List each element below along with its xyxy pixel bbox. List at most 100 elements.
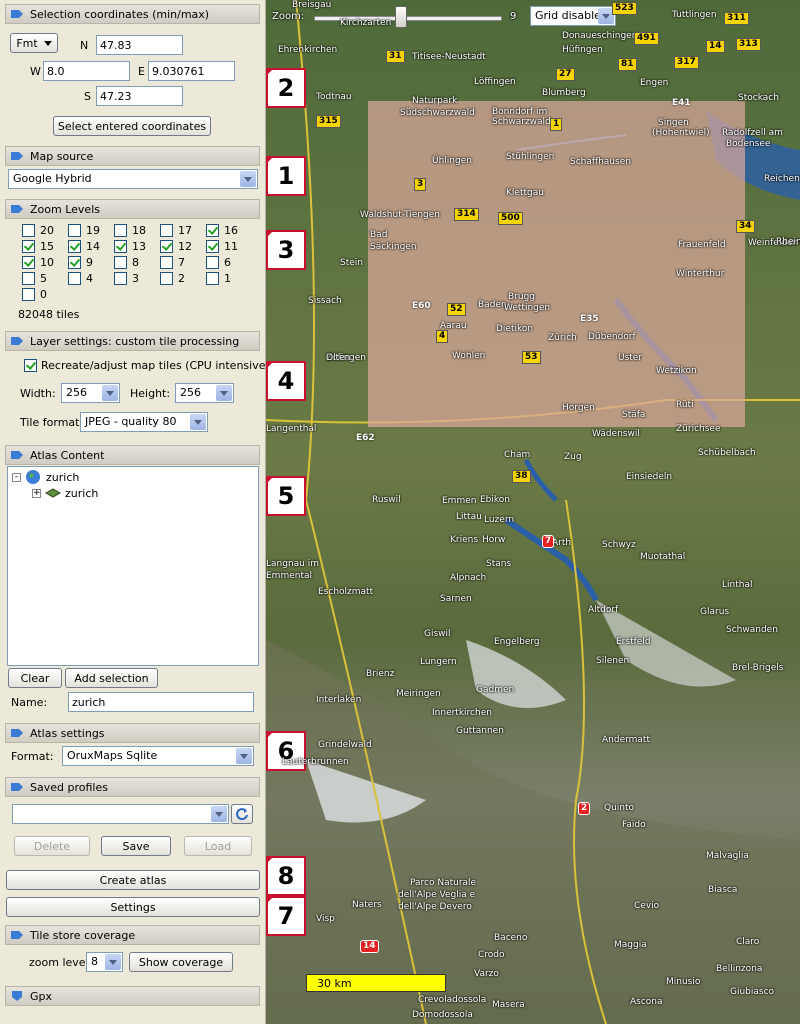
zoom-level-checkbox-1[interactable] [206, 272, 219, 285]
recreate-tiles-checkbox[interactable] [24, 359, 37, 372]
road-shield: E62 [356, 433, 375, 443]
grid-select[interactable]: Grid disabled [530, 6, 616, 26]
dropdown-arrow-icon [43, 40, 52, 46]
tile-height-select[interactable]: 256 [175, 383, 234, 403]
road-shield: 34 [736, 220, 755, 233]
saved-profiles-header[interactable]: Saved profiles [5, 777, 260, 797]
place-label: Maggia [614, 940, 647, 950]
south-label: S [84, 90, 91, 103]
zoom-level-checkbox-19[interactable] [68, 224, 81, 237]
place-label: Ruswil [372, 495, 401, 505]
add-selection-button[interactable]: Add selection [65, 668, 158, 688]
zoom-level-label: 17 [178, 224, 192, 237]
select-coordinates-button[interactable]: Select entered coordinates [53, 116, 211, 136]
load-profile-button[interactable]: Load [184, 836, 252, 856]
place-label: Claro [736, 937, 760, 947]
delete-profile-button[interactable]: Delete [14, 836, 90, 856]
zoom-level-checkbox-0[interactable] [22, 288, 35, 301]
atlas-content-header[interactable]: Atlas Content [5, 445, 260, 465]
map-view[interactable]: Zoom: 9 Grid disabled 2 1 3 4 5 6 8 7 Br… [266, 0, 800, 1024]
atlas-name-input[interactable] [68, 692, 254, 712]
atlas-root-label[interactable]: zurich [46, 471, 79, 484]
profile-select[interactable] [12, 804, 229, 824]
road-shield: 315 [316, 115, 341, 128]
map-source-header[interactable]: Map source [5, 146, 260, 166]
place-label: Stäfa [622, 410, 646, 420]
zoom-level-checkbox-17[interactable] [160, 224, 173, 237]
zoom-level-checkbox-15[interactable] [22, 240, 35, 253]
place-label: Blumberg [542, 88, 586, 98]
place-label: Wettingen [504, 303, 551, 313]
zoom-level-checkbox-4[interactable] [68, 272, 81, 285]
zoom-level-checkbox-18[interactable] [114, 224, 127, 237]
zoom-level-checkbox-14[interactable] [68, 240, 81, 253]
dropdown-arrow-icon [240, 171, 256, 187]
zoom-level-checkbox-13[interactable] [114, 240, 127, 253]
save-profile-button[interactable]: Save [101, 836, 171, 856]
selection-rectangle[interactable] [368, 101, 745, 427]
refresh-icon [236, 808, 248, 821]
zoom-level-checkbox-7[interactable] [160, 256, 173, 269]
zoom-level-label: 12 [178, 240, 192, 253]
place-label: Grindelwald [318, 740, 372, 750]
coverage-header[interactable]: Tile store coverage [5, 925, 260, 945]
marker-5: 5 [266, 476, 306, 516]
collapse-icon[interactable]: - [12, 473, 21, 482]
place-label: Littau [456, 512, 482, 522]
place-label: (Hohentwiel) [652, 128, 710, 138]
zoom-level-checkbox-2[interactable] [160, 272, 173, 285]
settings-button[interactable]: Settings [6, 897, 260, 917]
zoom-level-checkbox-8[interactable] [114, 256, 127, 269]
zoom-level-checkbox-10[interactable] [22, 256, 35, 269]
place-label: Crevoladossola [418, 995, 487, 1005]
dropdown-arrow-icon [190, 414, 206, 430]
zoom-level-checkbox-6[interactable] [206, 256, 219, 269]
expand-icon[interactable]: + [32, 489, 41, 498]
atlas-settings-title: Atlas settings [30, 726, 105, 740]
atlas-format-select[interactable]: OruxMaps Sqlite [62, 746, 254, 766]
tile-width-select[interactable]: 256 [61, 383, 120, 403]
layer-settings-header[interactable]: Layer settings: custom tile processing [5, 331, 260, 351]
zoom-level-checkbox-9[interactable] [68, 256, 81, 269]
height-label: Height: [130, 387, 171, 400]
atlas-settings-header[interactable]: Atlas settings [5, 723, 260, 743]
layer-settings-title: Layer settings: custom tile processing [30, 334, 240, 348]
clear-button[interactable]: Clear [8, 668, 62, 688]
fmt-button[interactable]: Fmt [10, 33, 58, 53]
refresh-profiles-button[interactable] [231, 804, 253, 824]
zoom-levels-header[interactable]: Zoom Levels [5, 199, 260, 219]
atlas-layer-label[interactable]: zurich [65, 487, 98, 500]
place-label: Schübelbach [698, 448, 756, 458]
zoom-level-checkbox-3[interactable] [114, 272, 127, 285]
place-label: Rheinfelden [776, 237, 800, 247]
gpx-header[interactable]: Gpx [5, 986, 260, 1006]
north-input[interactable] [96, 35, 183, 55]
create-atlas-button[interactable]: Create atlas [6, 870, 260, 890]
west-input[interactable] [43, 61, 130, 81]
road-shield: 52 [447, 303, 466, 316]
zoom-level-checkbox-5[interactable] [22, 272, 35, 285]
zoom-level-checkbox-12[interactable] [160, 240, 173, 253]
place-label: Naturpark [412, 96, 458, 106]
pin-icon [11, 205, 23, 213]
west-label: W [30, 65, 41, 78]
south-input[interactable] [96, 86, 183, 106]
saved-profiles-title: Saved profiles [30, 780, 108, 794]
atlas-content-title: Atlas Content [30, 448, 105, 462]
zoom-level-checkbox-16[interactable] [206, 224, 219, 237]
zoom-level-checkbox-11[interactable] [206, 240, 219, 253]
place-label: Masera [492, 1000, 525, 1010]
place-label: Guttannen [456, 726, 504, 736]
selection-panel-header[interactable]: Selection coordinates (min/max) [5, 4, 260, 24]
zoom-slider-handle[interactable] [395, 6, 407, 28]
coverage-zoom-select[interactable]: 8 [86, 952, 123, 972]
east-input[interactable] [148, 61, 235, 81]
tile-format-select[interactable]: JPEG - quality 80 [80, 412, 208, 432]
atlas-tree[interactable]: - zurich + zurich [7, 466, 259, 666]
place-label: Klettgau [506, 188, 544, 198]
place-label: Todtnau [316, 92, 352, 102]
map-source-select[interactable]: Google Hybrid [8, 169, 258, 189]
road-shield: E60 [412, 301, 431, 311]
show-coverage-button[interactable]: Show coverage [129, 952, 233, 972]
zoom-level-checkbox-20[interactable] [22, 224, 35, 237]
